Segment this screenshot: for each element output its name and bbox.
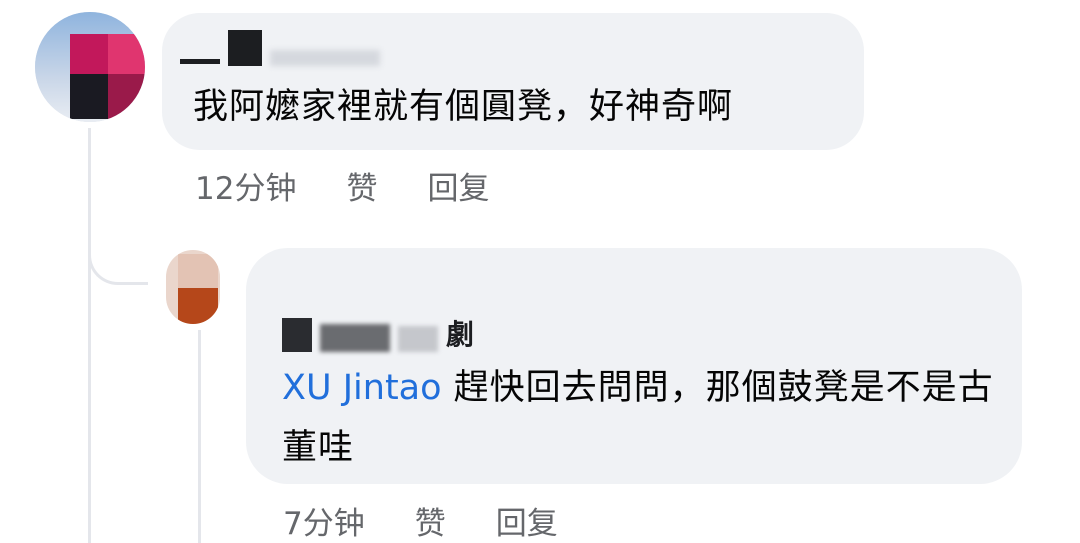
- author-name-fragment: 劇: [446, 318, 475, 351]
- reply-thread-line: [198, 330, 201, 543]
- reply-button[interactable]: 回复: [496, 498, 558, 543]
- pixelation-block: [70, 34, 108, 74]
- reply-meta-row: 7分钟 赞 回复: [283, 498, 558, 543]
- reply-author-name-redacted[interactable]: 劇: [282, 318, 474, 352]
- redaction-mark: [320, 324, 390, 352]
- comment-author-name-redacted[interactable]: [180, 30, 380, 66]
- comment-timestamp[interactable]: 12分钟: [195, 163, 296, 208]
- like-button[interactable]: 赞: [415, 498, 446, 543]
- comment-text: 我阿嬤家裡就有個圓凳，好神奇啊: [193, 87, 734, 127]
- comment-thread: 我阿嬤家裡就有個圓凳，好神奇啊 12分钟 赞 回复 劇 XU Jintao 趕快…: [0, 0, 1080, 543]
- redaction-mark: [270, 50, 380, 66]
- like-button[interactable]: 赞: [346, 163, 377, 208]
- avatar[interactable]: [166, 250, 220, 324]
- reply-button[interactable]: 回复: [427, 163, 489, 208]
- comment-meta-row: 12分钟 赞 回复: [195, 163, 489, 208]
- reply-text: XU Jintao 趕快回去問問，那個鼓凳是不是古董哇: [282, 358, 997, 478]
- reply-timestamp[interactable]: 7分钟: [283, 498, 365, 543]
- mention-link[interactable]: XU Jintao: [282, 368, 442, 408]
- reply-connector-curve: [88, 230, 148, 285]
- avatar-image: [178, 288, 218, 324]
- redaction-mark: [180, 59, 220, 64]
- pixelation-block: [108, 74, 145, 119]
- avatar[interactable]: [35, 12, 145, 122]
- thread-connector-line: [88, 128, 91, 543]
- avatar-image: [178, 254, 218, 288]
- redaction-mark: [228, 30, 262, 66]
- pixelation-block: [70, 74, 108, 119]
- redaction-mark: [282, 318, 312, 352]
- redaction-mark: [398, 326, 438, 352]
- pixelation-block: [108, 34, 145, 74]
